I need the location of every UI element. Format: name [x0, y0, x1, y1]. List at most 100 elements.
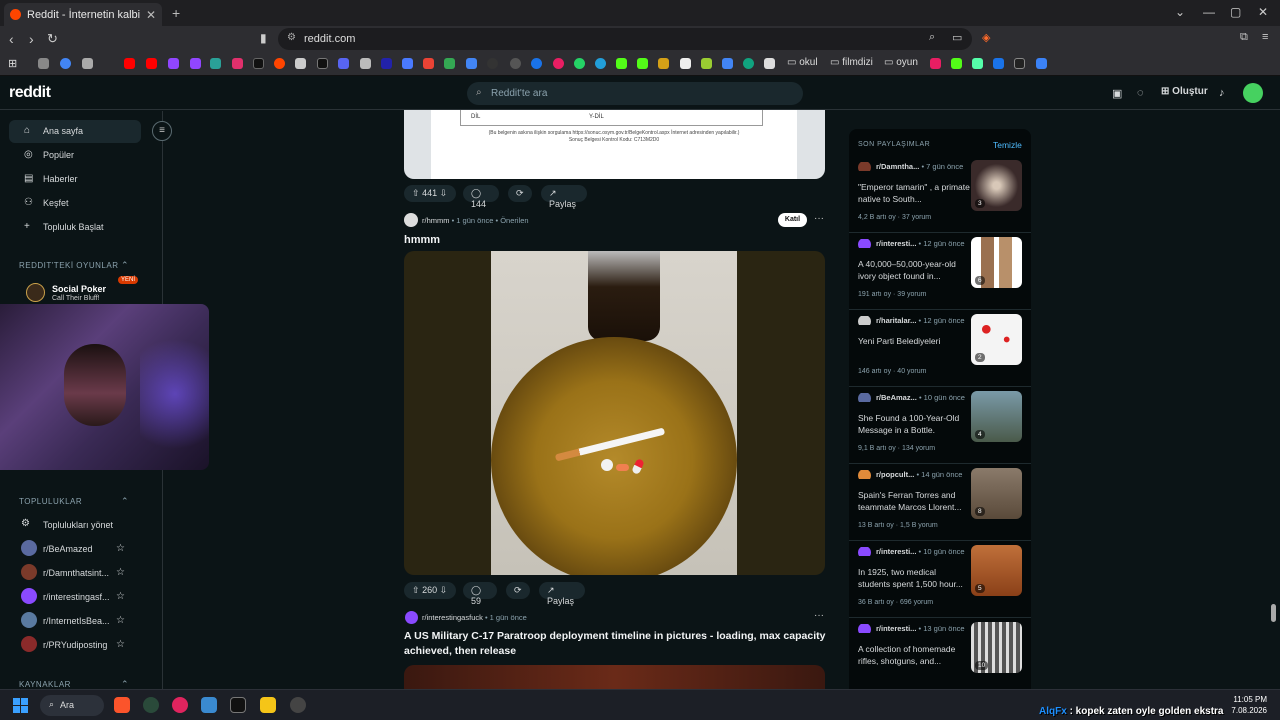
bookmark-youtube-icon[interactable] — [146, 58, 157, 69]
clear-recent-button[interactable]: Temizle — [993, 140, 1022, 150]
star-icon[interactable]: ☆ — [116, 591, 125, 602]
bookmark-translate-icon[interactable] — [402, 58, 413, 69]
sidebar-item-explore[interactable]: ⚇ Keşfet — [9, 192, 141, 215]
bookmark-tiktok-icon[interactable] — [317, 58, 328, 69]
join-button[interactable]: Katıl — [778, 213, 807, 227]
bookmark-discord-icon[interactable] — [338, 58, 349, 69]
brave-shield-icon[interactable]: ◈ — [982, 31, 990, 44]
downvote-icon[interactable]: ⇩ — [440, 585, 448, 595]
bookmark-youtube-icon[interactable] — [124, 58, 135, 69]
bookmark-folder-okul[interactable]: ▭ okul — [787, 57, 818, 68]
windows-start-icon[interactable] — [13, 698, 28, 713]
upvote-icon[interactable]: ⇧ — [412, 188, 420, 198]
bookmark-kick-icon[interactable] — [637, 58, 648, 69]
subreddit-avatar[interactable] — [404, 213, 418, 227]
post-image-plate[interactable] — [404, 251, 825, 575]
tiktok-icon[interactable] — [230, 697, 246, 713]
bookmark-chatgpt-icon[interactable] — [743, 58, 754, 69]
minimize-icon[interactable]: — — [1203, 5, 1215, 19]
chat-icon[interactable]: ◌ — [1137, 87, 1144, 99]
photos-icon[interactable] — [201, 697, 217, 713]
bookmark-icon[interactable] — [993, 58, 1004, 69]
subreddit-name[interactable]: r/hmmm — [422, 216, 450, 225]
app-icon[interactable] — [290, 697, 306, 713]
share-button[interactable]: ↗ Paylaş — [541, 185, 587, 209]
bookmark-icon[interactable] — [510, 58, 521, 69]
bookmark-drive-icon[interactable] — [444, 58, 455, 69]
bookmark-icon[interactable] — [972, 58, 983, 69]
advertise-icon[interactable]: ▣ — [1112, 87, 1122, 100]
user-avatar[interactable] — [1243, 83, 1263, 103]
bookmark-folder-filmdizi[interactable]: ▭ filmdizi — [830, 57, 873, 68]
media-player-icon[interactable] — [172, 697, 188, 713]
sidebar-item-news[interactable]: ▤ Haberler — [9, 168, 141, 191]
star-icon[interactable]: ☆ — [116, 567, 125, 578]
comments-button[interactable]: ◯ 59 — [463, 582, 497, 606]
bookmark-instagram-icon[interactable] — [232, 58, 243, 69]
back-icon[interactable]: ‹ — [9, 31, 14, 47]
extensions-icon[interactable]: ⧉ — [1240, 31, 1248, 44]
recent-post-item[interactable]: r/interesti... • 10 gün önce In 1925, tw… — [849, 541, 1031, 618]
reddit-logo[interactable]: reddit — [9, 84, 51, 102]
vote-control[interactable]: ⇧ 260 ⇩ — [404, 582, 456, 599]
site-info-icon[interactable]: ⚙ — [287, 32, 296, 43]
recent-post-item[interactable]: r/Damntha... • 7 gün önce "Emperor tamar… — [849, 156, 1031, 233]
app-icon[interactable] — [143, 697, 159, 713]
community-item[interactable]: r/PRYudiposting ☆ — [21, 636, 137, 656]
bookmark-icon[interactable] — [466, 58, 477, 69]
crosspost-button[interactable]: ⟳ — [508, 185, 532, 202]
bookmark-icon[interactable] — [531, 58, 542, 69]
bookmark-google-icon[interactable] — [60, 58, 71, 69]
recent-post-item[interactable]: r/popcult... • 14 gün önce Spain's Ferra… — [849, 464, 1031, 541]
recent-post-item[interactable]: r/haritalar... • 12 gün önce Yeni Parti … — [849, 310, 1031, 387]
downvote-icon[interactable]: ⇩ — [440, 188, 448, 198]
bookmark-icon[interactable] — [1036, 58, 1047, 69]
star-icon[interactable]: ☆ — [116, 543, 125, 554]
comments-button[interactable]: ◯ 144 — [463, 185, 499, 209]
bookmark-icon[interactable]: ▮ — [260, 31, 267, 45]
file-explorer-icon[interactable] — [260, 697, 276, 713]
upvote-icon[interactable]: ⇧ — [412, 585, 420, 595]
recent-post-item[interactable]: r/interesti... • 12 gün önce A 40,000–50… — [849, 233, 1031, 310]
communities-heading[interactable]: TOPLULUKLAR ⌃ — [19, 496, 129, 506]
sidebar-item-home[interactable]: ⌂ Ana sayfa — [9, 120, 141, 143]
bookmark-folder-oyun[interactable]: ▭ oyun — [884, 57, 918, 68]
community-item[interactable]: r/BeAmazed ☆ — [21, 540, 137, 560]
brave-browser-icon[interactable] — [114, 697, 130, 713]
bookmark-x-icon[interactable] — [253, 58, 264, 69]
vote-control[interactable]: ⇧ 441 ⇩ — [404, 185, 456, 202]
bookmark-icon[interactable] — [487, 58, 498, 69]
star-icon[interactable]: ☆ — [116, 615, 125, 626]
community-item[interactable]: r/interestingasf... ☆ — [21, 588, 137, 608]
tab-list-icon[interactable]: ⌄ — [1175, 5, 1185, 19]
post-image-document[interactable]: DİL Y-DİL (Bu belgenin askına ilişkin so… — [404, 110, 825, 179]
bookmark-icon[interactable] — [1014, 58, 1025, 69]
more-options-icon[interactable]: ··· — [814, 213, 824, 224]
bookmark-icon[interactable] — [930, 58, 941, 69]
bookmark-reddit-icon[interactable] — [274, 58, 285, 69]
subreddit-avatar[interactable] — [405, 611, 418, 624]
close-window-icon[interactable]: ✕ — [1258, 5, 1268, 19]
create-post-button[interactable]: ⊞ Oluştur — [1161, 86, 1208, 97]
share-button[interactable]: ↗ Paylaş — [539, 582, 585, 606]
bookmark-icon[interactable] — [360, 58, 371, 69]
bookmark-twitch-icon[interactable] — [190, 58, 201, 69]
page-scrollbar[interactable] — [1271, 604, 1276, 622]
forward-icon[interactable]: › — [29, 31, 34, 47]
subreddit-name[interactable]: r/interestingasfuck — [422, 613, 483, 622]
post-title[interactable]: A US Military C-17 Paratroop deployment … — [404, 629, 828, 659]
bookmark-icon[interactable] — [658, 58, 669, 69]
cast-icon[interactable]: ▭ — [952, 31, 962, 44]
apps-grid-icon[interactable]: ⊞ — [8, 57, 17, 70]
bookmark-kick-icon[interactable] — [616, 58, 627, 69]
bookmark-kick-icon[interactable] — [951, 58, 962, 69]
recent-post-item[interactable]: r/BeAmaz... • 10 gün önce She Found a 10… — [849, 387, 1031, 464]
crosspost-button[interactable]: ⟳ — [506, 582, 530, 599]
bookmark-icon[interactable] — [764, 58, 775, 69]
bookmark-icon[interactable] — [701, 58, 712, 69]
game-card-social-poker[interactable]: Social Poker Call Their Bluff! — [19, 280, 133, 304]
bookmark-icon[interactable] — [680, 58, 691, 69]
bookmark-icon[interactable] — [295, 58, 306, 69]
community-item[interactable]: r/Damnthatsint... ☆ — [21, 564, 137, 584]
address-bar[interactable]: ⚙ reddit.com — [278, 28, 972, 50]
